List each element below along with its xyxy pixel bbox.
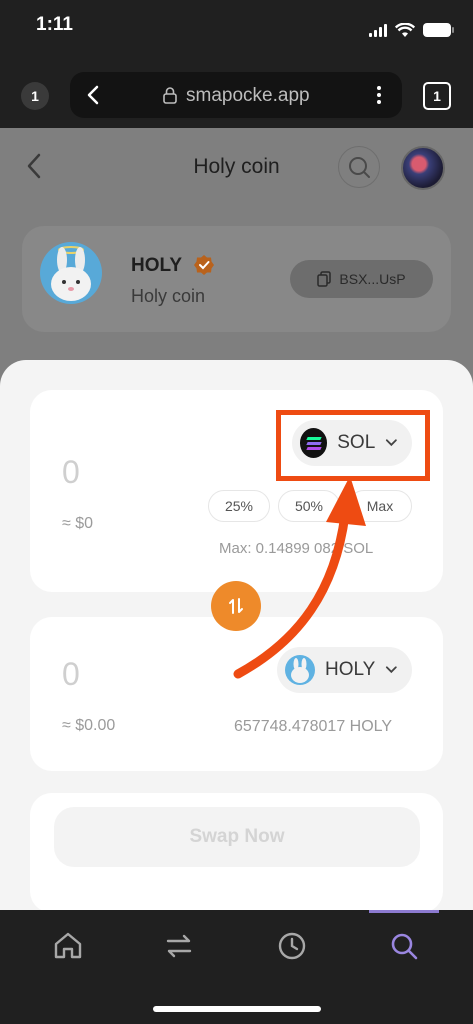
status-icons	[369, 20, 454, 40]
swap-icon[interactable]	[163, 930, 195, 962]
holy-token-logo	[40, 242, 102, 304]
highlight-annotation	[276, 410, 430, 481]
token-symbol: HOLY	[131, 255, 183, 276]
percent-50-button[interactable]: 50%	[278, 490, 340, 522]
nav-active-indicator	[369, 910, 439, 913]
history-icon[interactable]	[276, 930, 308, 962]
to-usd-value: ≈ $0.00	[62, 717, 116, 734]
tab-group-button[interactable]: 1	[21, 82, 49, 110]
tabs-button[interactable]: 1	[423, 82, 451, 110]
address-text: BSX...UsP	[339, 271, 406, 287]
search-icon[interactable]	[388, 930, 420, 962]
to-card	[30, 617, 443, 771]
from-amount-input[interactable]: 0	[62, 454, 80, 491]
cellular-signal-icon	[369, 23, 387, 37]
to-token-label: HOLY	[325, 659, 376, 680]
lock-icon	[163, 87, 177, 104]
token-name: Holy coin	[131, 286, 206, 306]
swap-direction-button[interactable]	[211, 581, 261, 631]
more-options-icon[interactable]	[372, 84, 386, 106]
max-button[interactable]: Max	[348, 490, 412, 522]
wifi-icon	[395, 22, 415, 37]
verified-badge-icon	[194, 255, 214, 275]
search-icon	[349, 157, 370, 178]
from-usd-value: ≈ $0	[62, 515, 94, 532]
to-token-balance: 657748.478017 HOLY	[234, 718, 393, 735]
swap-arrows-icon	[229, 598, 243, 614]
max-balance-label: Max: 0.14899 082 SOL	[219, 540, 374, 557]
home-indicator	[153, 1006, 321, 1012]
bunny-logo-icon	[51, 246, 91, 301]
status-time: 1:11	[36, 14, 73, 35]
to-token-selector[interactable]: HOLY	[277, 647, 412, 693]
swap-now-button[interactable]: Swap Now	[54, 807, 420, 867]
percent-25-button[interactable]: 25%	[208, 490, 270, 522]
home-icon[interactable]	[52, 930, 84, 962]
url-text: smapocke.app	[186, 85, 310, 106]
avatar[interactable]	[401, 146, 445, 190]
header-search-button[interactable]	[338, 146, 380, 188]
copy-address-button[interactable]: BSX...UsP	[290, 260, 433, 298]
to-amount-input[interactable]: 0	[62, 656, 80, 693]
copy-icon	[317, 271, 332, 287]
holy-logo-icon	[285, 655, 315, 685]
chevron-down-icon	[386, 666, 398, 674]
battery-icon	[423, 23, 454, 37]
browser-back-icon[interactable]	[84, 84, 104, 106]
